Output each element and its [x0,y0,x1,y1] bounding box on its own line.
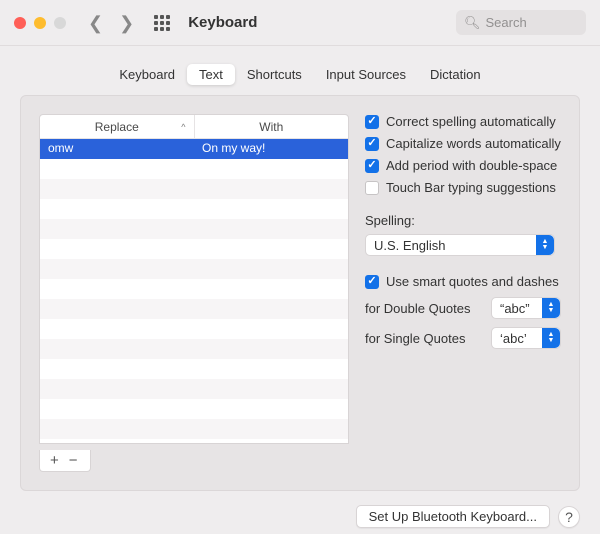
single-quotes-select[interactable]: ‘abc’ ▲▼ [491,327,561,349]
tab-bar: Keyboard Text Shortcuts Input Sources Di… [0,64,600,85]
single-quotes-value: ‘abc’ [500,331,527,346]
spelling-select[interactable]: U.S. English ▲▼ [365,234,555,256]
column-replace-label: Replace [95,120,139,134]
tab-text[interactable]: Text [187,64,235,85]
correct-spelling-checkbox[interactable]: Correct spelling automatically [365,114,561,129]
add-period-checkbox[interactable]: Add period with double-space [365,158,561,173]
checkbox-icon [365,275,379,289]
window-title: Keyboard [188,14,257,31]
stepper-icon: ▲▼ [542,328,560,348]
checkbox-icon [365,181,379,195]
double-quotes-value: “abc” [500,301,530,316]
column-replace[interactable]: Replace ^ [40,115,195,138]
stepper-icon: ▲▼ [542,298,560,318]
table-header: Replace ^ With [40,115,348,139]
table-row[interactable] [40,379,348,399]
close-icon[interactable] [14,17,26,29]
spelling-value: U.S. English [374,238,446,253]
search-input[interactable]: 🔍︎ Search [456,10,586,35]
footer-bar: Set Up Bluetooth Keyboard... ? [0,499,600,534]
checkbox-icon [365,115,379,129]
checkbox-label: Use smart quotes and dashes [386,274,559,289]
replacements-section: Replace ^ With omw On my way! [39,114,349,472]
remove-button[interactable]: − [65,452,82,469]
tab-input-sources[interactable]: Input Sources [314,64,418,85]
table-footer: + − [39,450,91,472]
search-icon: 🔍︎ [464,15,481,31]
table-row[interactable] [40,179,348,199]
content-pane: Replace ^ With omw On my way! [20,95,580,491]
single-quotes-row: for Single Quotes ‘abc’ ▲▼ [365,327,561,349]
table-row[interactable] [40,279,348,299]
capitalize-checkbox[interactable]: Capitalize words automatically [365,136,561,151]
cell-with: On my way! [194,139,348,159]
table-row[interactable] [40,399,348,419]
window-titlebar: ❮ ❯ Keyboard 🔍︎ Search [0,0,600,46]
table-row[interactable] [40,219,348,239]
add-button[interactable]: + [46,452,63,469]
tab-dictation[interactable]: Dictation [418,64,493,85]
cell-replace: omw [40,139,194,159]
tab-keyboard[interactable]: Keyboard [107,64,187,85]
search-placeholder: Search [486,15,527,30]
spelling-label: Spelling: [365,213,561,228]
table-row[interactable] [40,299,348,319]
table-row[interactable]: omw On my way! [40,139,348,159]
checkbox-icon [365,159,379,173]
table-row[interactable] [40,159,348,179]
table-row[interactable] [40,199,348,219]
forward-button: ❯ [119,14,134,32]
table-row[interactable] [40,419,348,439]
minimize-icon[interactable] [34,17,46,29]
smart-quotes-checkbox[interactable]: Use smart quotes and dashes [365,274,561,289]
single-quotes-label: for Single Quotes [365,331,465,346]
checkbox-label: Add period with double-space [386,158,557,173]
table-row[interactable] [40,239,348,259]
window-controls [14,17,66,29]
table-row[interactable] [40,339,348,359]
double-quotes-row: for Double Quotes “abc” ▲▼ [365,297,561,319]
nav-arrows: ❮ ❯ [88,14,134,32]
stepper-icon: ▲▼ [536,235,554,255]
double-quotes-select[interactable]: “abc” ▲▼ [491,297,561,319]
setup-bluetooth-button[interactable]: Set Up Bluetooth Keyboard... [356,505,550,528]
checkbox-label: Touch Bar typing suggestions [386,180,556,195]
options-panel: Correct spelling automatically Capitaliz… [365,114,561,472]
help-button[interactable]: ? [558,506,580,528]
zoom-icon [54,17,66,29]
sort-caret-icon: ^ [181,122,185,132]
checkbox-label: Correct spelling automatically [386,114,556,129]
tab-shortcuts[interactable]: Shortcuts [235,64,314,85]
table-row[interactable] [40,319,348,339]
back-button[interactable]: ❮ [88,14,103,32]
table-row[interactable] [40,259,348,279]
table-row[interactable] [40,359,348,379]
replacements-table[interactable]: Replace ^ With omw On my way! [39,114,349,444]
show-all-icon[interactable] [154,15,170,31]
touch-bar-checkbox[interactable]: Touch Bar typing suggestions [365,180,561,195]
column-with-label: With [259,120,283,134]
checkbox-label: Capitalize words automatically [386,136,561,151]
column-with[interactable]: With [195,115,349,138]
checkbox-icon [365,137,379,151]
double-quotes-label: for Double Quotes [365,301,471,316]
table-body: omw On my way! [40,139,348,439]
